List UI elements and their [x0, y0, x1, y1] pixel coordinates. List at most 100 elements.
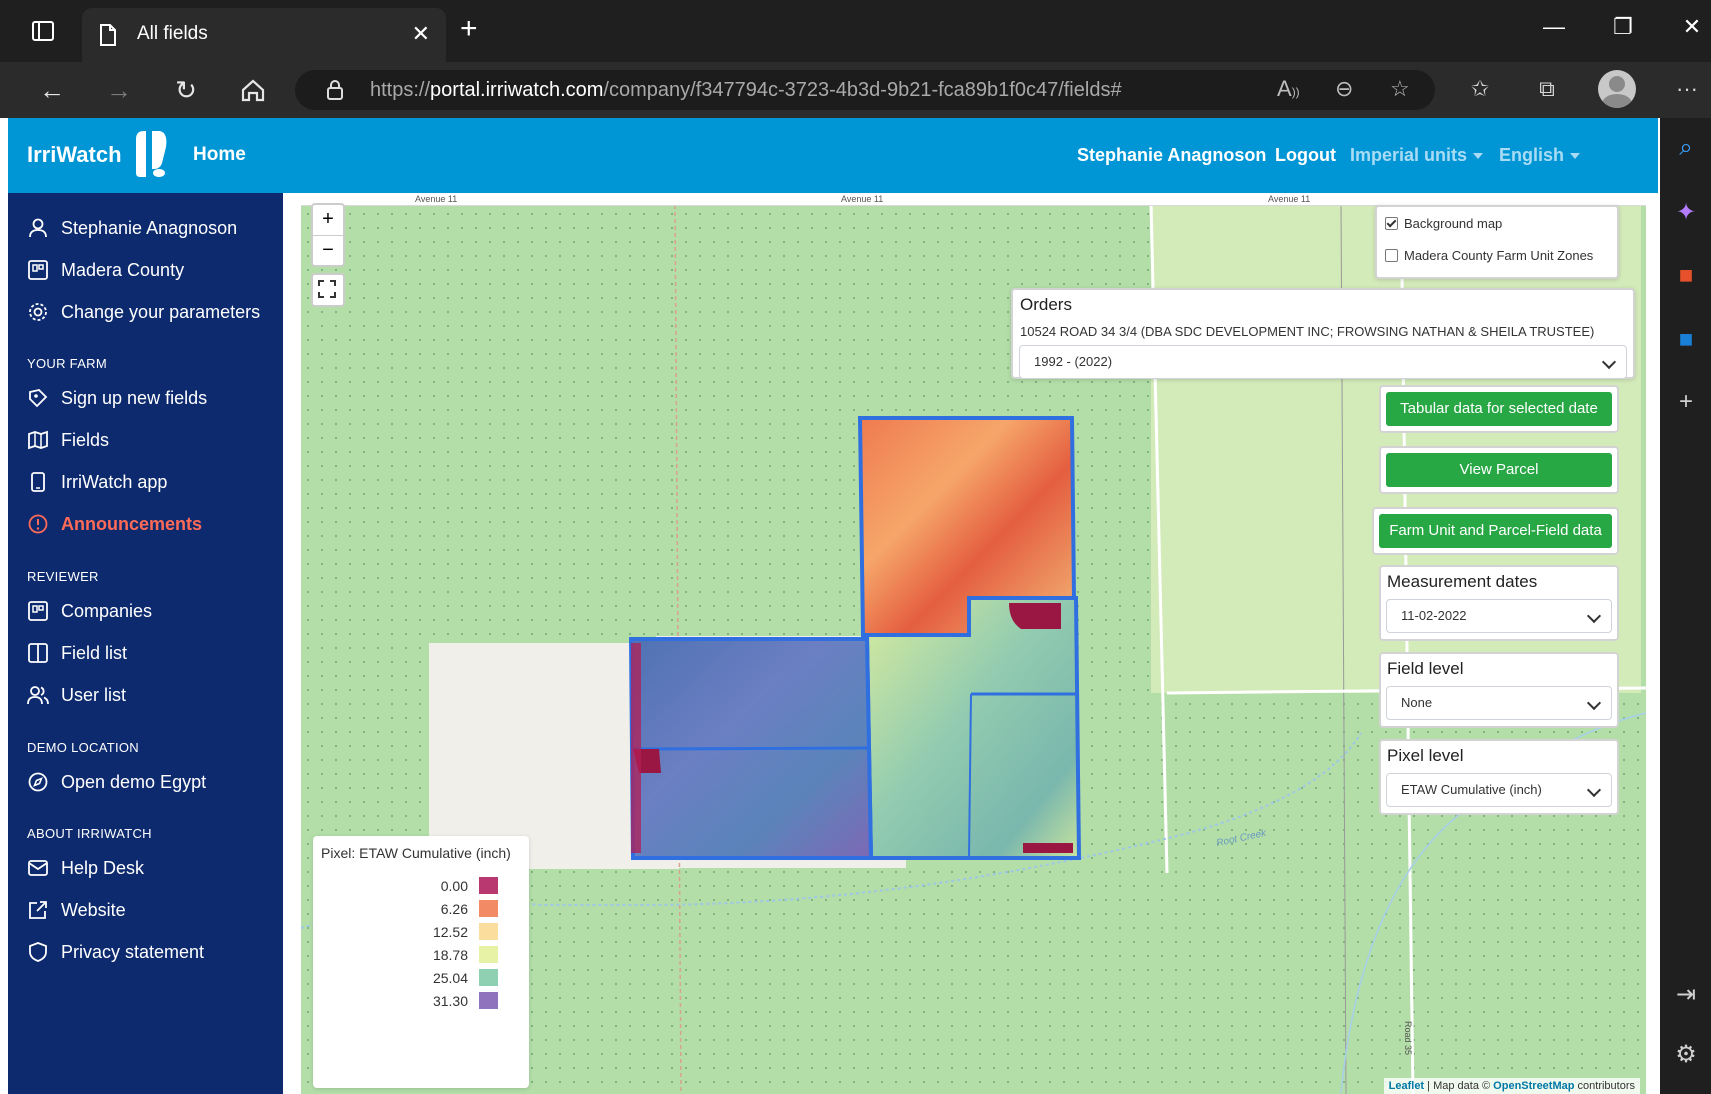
sidebar-item-companies[interactable]: Companies [27, 596, 152, 626]
sidebar-item-fields[interactable]: Fields [27, 425, 109, 455]
pixel-level-panel: Pixel level ETAW Cumulative (inch) [1379, 739, 1619, 815]
forward-icon[interactable]: → [99, 72, 139, 108]
view-parcel-button[interactable]: View Parcel [1386, 453, 1612, 487]
farm-unit-parcel-button[interactable]: Farm Unit and Parcel-Field data [1379, 514, 1612, 548]
sidebar-item-help-desk[interactable]: Help Desk [27, 853, 144, 883]
sidebar-item-irriwatch-app[interactable]: IrriWatch app [27, 467, 167, 497]
language-dropdown[interactable]: English [1499, 145, 1581, 166]
close-window-icon[interactable]: ✕ [1672, 14, 1711, 40]
phone-icon [31, 472, 45, 492]
legend-swatch [479, 900, 498, 917]
sidebar-item-profile[interactable]: Stephanie Anagnoson [27, 213, 237, 243]
profile-avatar[interactable] [1598, 70, 1636, 108]
farm-unit-zones-checkbox[interactable] [1385, 249, 1398, 262]
leaflet-link[interactable]: Leaflet [1389, 1080, 1424, 1092]
chevron-down-icon [1473, 153, 1484, 160]
sidebar-item-announcements[interactable]: Announcements [27, 509, 202, 539]
sidebar-item-field-list[interactable]: Field list [27, 638, 127, 668]
home-icon[interactable] [233, 72, 273, 108]
measurement-dates-panel: Measurement dates 11-02-2022 [1379, 565, 1619, 641]
legend-row: 25.04 [313, 968, 513, 988]
browser-tab-bar: All fields ✕ + — ❐ ✕ [0, 0, 1711, 62]
field-level-select[interactable]: None [1386, 686, 1612, 720]
fullscreen-button[interactable] [311, 273, 345, 307]
map[interactable]: Avenue 11 Avenue 11 Avenue 11 Road 35 Ro… [301, 193, 1646, 1094]
orders-select[interactable]: 1992 - (2022) [1019, 345, 1627, 379]
sidebar-item-parameters[interactable]: Change your parameters [27, 297, 260, 327]
field-southeast [864, 596, 1082, 860]
fullscreen-icon [318, 280, 336, 298]
zoom-in-button[interactable]: + [313, 205, 343, 236]
hide-sidebar-icon[interactable]: ⇥ [1672, 980, 1700, 1009]
sidebar-item-label: Companies [61, 600, 153, 621]
orders-title: Orders [1020, 295, 1072, 314]
add-icon[interactable]: + [1672, 388, 1700, 416]
add-favorite-icon[interactable]: ☆ [1390, 76, 1410, 102]
units-dropdown[interactable]: Imperial units [1350, 145, 1484, 166]
lock-icon[interactable] [325, 78, 345, 102]
measurement-dates-select[interactable]: 11-02-2022 [1386, 599, 1612, 633]
compass-icon [28, 772, 48, 792]
back-icon[interactable]: ← [32, 72, 72, 108]
address-bar-row: ← → ↻ https://portal.irriwatch.com/compa… [0, 62, 1711, 118]
browser-tab[interactable]: All fields ✕ [82, 8, 446, 62]
chevron-down-icon [1586, 608, 1602, 624]
refresh-icon[interactable]: ↻ [166, 72, 206, 108]
outlook-icon[interactable]: ■ [1672, 326, 1700, 354]
background-map-checkbox[interactable] [1385, 217, 1398, 230]
more-menu-icon[interactable]: ··· [1670, 76, 1704, 102]
company-icon [28, 601, 48, 621]
pixel-level-select[interactable]: ETAW Cumulative (inch) [1386, 773, 1612, 807]
sidebar-item-company[interactable]: Madera County [27, 255, 184, 285]
farm-unit-zones-toggle[interactable]: Madera County Farm Unit Zones [1385, 248, 1593, 263]
collections-icon[interactable]: ⧉ [1530, 76, 1564, 102]
openstreetmap-link[interactable]: OpenStreetMap [1493, 1080, 1574, 1092]
copilot-icon[interactable]: ✦ [1672, 198, 1700, 227]
chevron-down-icon [1570, 153, 1581, 160]
chevron-down-icon [1586, 782, 1602, 798]
tab-title: All fields [137, 23, 208, 44]
search-icon[interactable]: ⌕ [1672, 134, 1700, 162]
settings-icon[interactable]: ⚙ [1672, 1040, 1700, 1069]
tab-actions-icon[interactable] [30, 18, 56, 44]
favorites-icon[interactable]: ✩ [1463, 76, 1497, 102]
farm-unit-panel: Farm Unit and Parcel-Field data [1372, 507, 1619, 555]
field-level-value: None [1401, 695, 1433, 710]
sidebar-item-label: User list [61, 684, 127, 705]
app: IrriWatch Home Stephanie Anagnoson Logou… [8, 118, 1658, 1094]
map-attribution: Leaflet | Map data © OpenStreetMap contr… [1383, 1078, 1640, 1094]
minimize-icon[interactable]: — [1534, 14, 1574, 40]
read-aloud-icon[interactable]: A)) [1277, 76, 1300, 102]
restore-icon[interactable]: ❐ [1603, 14, 1643, 40]
zoom-icon[interactable]: ⊖ [1335, 76, 1353, 102]
sidebar-item-sign-up-fields[interactable]: Sign up new fields [27, 383, 207, 413]
office-icon[interactable]: ■ [1672, 262, 1700, 290]
close-tab-icon[interactable]: ✕ [412, 21, 430, 47]
logo-icon[interactable] [132, 129, 170, 179]
new-tab-icon[interactable]: + [460, 14, 478, 44]
background-map-label: Background map [1404, 216, 1503, 231]
logout-link[interactable]: Logout [1275, 145, 1336, 166]
user-icon [29, 218, 47, 238]
language-label: English [1499, 145, 1565, 165]
logo-text[interactable]: IrriWatch [27, 142, 122, 168]
sidebar-item-open-demo[interactable]: Open demo Egypt [27, 767, 206, 797]
layer-control: Background map Madera County Farm Unit Z… [1375, 205, 1619, 279]
tabular-data-button[interactable]: Tabular data for selected date [1386, 392, 1612, 426]
pixel-legend: Pixel: ETAW Cumulative (inch) 0.00 6.26 … [313, 836, 529, 1088]
mail-icon [28, 860, 48, 876]
zoom-out-button[interactable]: − [313, 236, 343, 266]
field-level-panel: Field level None [1379, 652, 1619, 728]
home-link[interactable]: Home [193, 144, 246, 166]
url-field[interactable]: https://portal.irriwatch.com/company/f34… [295, 70, 1435, 110]
user-name-link[interactable]: Stephanie Anagnoson [1077, 145, 1266, 166]
sidebar-item-privacy[interactable]: Privacy statement [27, 937, 204, 967]
legend-title: Pixel: ETAW Cumulative (inch) [321, 845, 511, 861]
zoom-control: + − [311, 203, 345, 267]
measurement-dates-value: 11-02-2022 [1401, 608, 1467, 623]
pixel-level-value: ETAW Cumulative (inch) [1401, 782, 1542, 797]
sidebar-item-user-list[interactable]: User list [27, 680, 126, 710]
legend-row: 6.26 [313, 899, 513, 919]
sidebar-item-website[interactable]: Website [27, 895, 126, 925]
background-map-toggle[interactable]: Background map [1385, 216, 1502, 231]
